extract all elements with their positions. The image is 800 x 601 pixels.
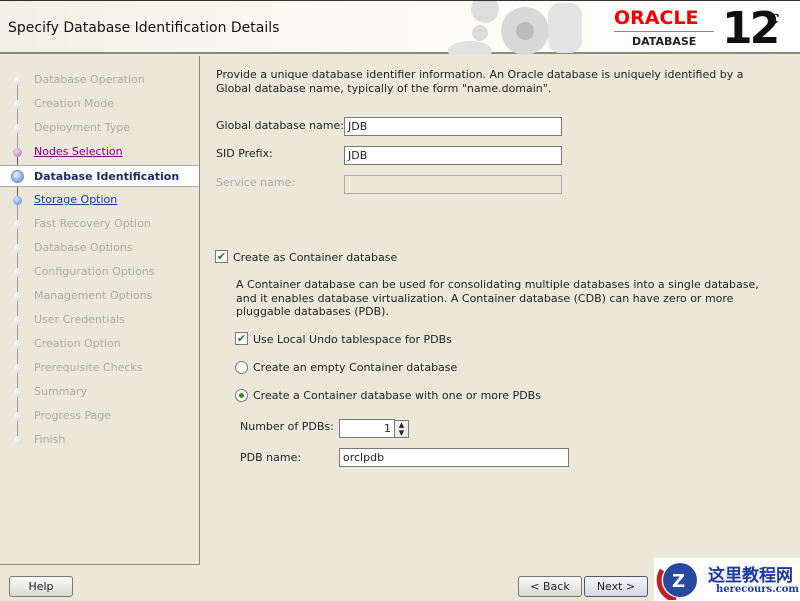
watermark-url: herecours.com (716, 584, 800, 595)
step-dot-icon (13, 76, 22, 85)
gears-decoration-icon (448, 1, 582, 55)
step-label: Database Identification (34, 170, 180, 183)
step-label: User Credentials (34, 313, 125, 326)
step-dot-icon (13, 220, 22, 229)
step-label: Deployment Type (34, 121, 131, 134)
step-label: Management Options (34, 289, 153, 302)
watermark-text: 这里教程网 (708, 566, 793, 586)
step-label: Fast Recovery Option (34, 217, 151, 230)
step-dot-icon (13, 388, 22, 397)
num-pdbs-spinner[interactable]: ▲ ▼ (394, 420, 409, 438)
step-dot-icon (13, 364, 22, 373)
step-management-options: Management Options (0, 285, 199, 307)
pdb-name-input[interactable]: orclpdb (339, 448, 569, 467)
step-prerequisite-checks: Prerequisite Checks (0, 357, 199, 379)
cdb-description: A Container database can be used for con… (236, 278, 759, 318)
step-user-credentials: User Credentials (0, 309, 199, 331)
step-label: Storage Option (34, 193, 118, 206)
watermark-logo-icon: Z (656, 563, 697, 600)
step-creation-option: Creation Option (0, 333, 199, 355)
step-label: Database Options (34, 241, 133, 254)
step-dot-icon (13, 340, 22, 349)
step-dot-icon (13, 316, 22, 325)
local-undo-label: Use Local Undo tablespace for PDBs (253, 333, 452, 346)
spin-up-icon[interactable]: ▲ (395, 421, 408, 429)
header: Specify Database Identification Details … (0, 0, 800, 55)
step-dot-icon (13, 100, 22, 109)
cdb-with-pdbs-radio[interactable] (235, 389, 248, 402)
step-configuration-options: Configuration Options (0, 261, 199, 283)
step-progress-page: Progress Page (0, 405, 199, 427)
step-dot-icon (13, 412, 22, 421)
step-dot-icon (11, 170, 24, 183)
step-label: Progress Page (34, 409, 112, 422)
steps-sidebar: Database Operation Creation Mode Deploymen… (0, 56, 200, 565)
step-database-options: Database Options (0, 237, 199, 259)
step-label: Configuration Options (34, 265, 155, 278)
service-input[interactable] (344, 175, 562, 194)
logo-product: DATABASE (632, 35, 697, 48)
num-pdbs-input[interactable]: 1 (339, 419, 395, 438)
step-database-identification[interactable]: Database Identification (0, 165, 199, 187)
svg-text:Z: Z (672, 571, 685, 592)
step-creation-mode: Creation Mode (0, 93, 199, 115)
step-dot-icon (13, 268, 22, 277)
step-deployment-type: Deployment Type (0, 117, 199, 139)
sid-input[interactable]: JDB (344, 146, 562, 165)
step-fast-recovery-option: Fast Recovery Option (0, 213, 199, 235)
sid-label: SID Prefix: (216, 147, 273, 160)
step-label: Creation Option (34, 337, 121, 350)
spin-down-icon[interactable]: ▼ (395, 429, 408, 437)
local-undo-checkbox[interactable]: ✔ (235, 332, 248, 345)
intro-text: Provide a unique database identifier inf… (216, 68, 744, 95)
num-pdbs-label: Number of PDBs: (240, 420, 334, 433)
back-button[interactable]: < Back (518, 576, 582, 597)
global-db-label: Global database name: (216, 119, 344, 132)
step-dot-icon (13, 436, 22, 445)
empty-cdb-radio[interactable] (235, 361, 248, 374)
empty-cdb-label: Create an empty Container database (253, 361, 458, 374)
cdb-with-pdbs-label: Create a Container database with one or … (253, 389, 541, 402)
step-dot-icon (13, 196, 22, 205)
global-db-input[interactable]: JDB (344, 117, 562, 136)
step-database-operation: Database Operation (0, 69, 199, 91)
step-dot-icon (13, 124, 22, 133)
page-title: Specify Database Identification Details (8, 20, 280, 36)
pdb-name-label: PDB name: (240, 451, 302, 464)
cdb-label: Create as Container database (233, 251, 398, 264)
step-label: Nodes Selection (34, 145, 123, 158)
step-nodes-selection[interactable]: Nodes Selection (0, 141, 199, 163)
service-label: Service name: (216, 176, 296, 189)
logo-version-suffix: c (768, 5, 780, 29)
step-finish: Finish (0, 429, 199, 451)
watermark: Z 这里教程网 herecours.com (654, 558, 800, 601)
step-label: Finish (34, 433, 66, 446)
help-button[interactable]: Help (9, 576, 73, 597)
step-label: Summary (34, 385, 88, 398)
oracle-logo: ORACLE (614, 7, 699, 29)
cdb-checkbox[interactable]: ✔ (215, 250, 228, 263)
step-storage-option[interactable]: Storage Option (0, 189, 199, 211)
step-label: Database Operation (34, 73, 145, 86)
step-summary: Summary (0, 381, 199, 403)
step-dot-icon (13, 292, 22, 301)
step-label: Creation Mode (34, 97, 115, 110)
step-dot-icon (13, 148, 22, 157)
step-label: Prerequisite Checks (34, 361, 143, 374)
step-dot-icon (13, 244, 22, 253)
next-button[interactable]: Next > (584, 576, 648, 597)
